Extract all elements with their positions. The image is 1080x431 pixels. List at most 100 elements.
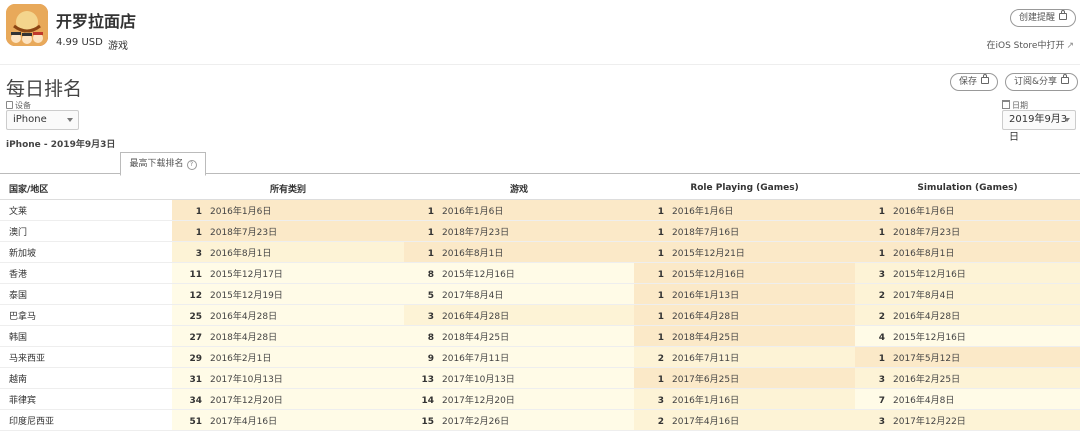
- rank-value: 1: [657, 311, 664, 322]
- tab-top-downloads[interactable]: 最高下载排名?: [120, 152, 206, 176]
- column-header-role-playing[interactable]: Role Playing (Games): [634, 177, 855, 200]
- rank-date: 2017年8月4日: [442, 290, 504, 301]
- table-row: 韩国 27 2018年4月28日 8 2018年4月25日 1 2018年4月25日 4 201…: [0, 325, 1080, 347]
- rank-value: 3: [878, 374, 885, 385]
- rank-date: 2016年1月6日: [672, 206, 734, 217]
- rank-value: 1: [657, 374, 664, 385]
- rank-value: 34: [189, 395, 202, 406]
- rank-date: 2016年7月11日: [442, 353, 510, 364]
- rank-cell: 12 2015年12月19日: [172, 283, 404, 305]
- open-in-store-label: 在iOS Store中打开: [986, 41, 1065, 51]
- rank-value: 15: [421, 416, 434, 427]
- rank-value: 1: [657, 290, 664, 301]
- external-link-icon: ↗: [1066, 41, 1074, 51]
- country-cell[interactable]: 印度尼西亚: [0, 409, 172, 431]
- device-select-value: iPhone: [13, 114, 47, 125]
- app-icon: [6, 4, 48, 46]
- rank-cell: 9 2016年7月11日: [404, 346, 634, 368]
- rank-cell: 1 2018年7月23日: [855, 220, 1080, 242]
- help-icon[interactable]: ?: [186, 160, 197, 170]
- rank-cell: 14 2017年12月20日: [404, 388, 634, 410]
- rank-date: 2017年12月20日: [442, 395, 515, 406]
- open-in-store-link[interactable]: 在iOS Store中打开 ↗: [987, 38, 1075, 51]
- subscribe-share-button[interactable]: 订阅&分享: [1005, 73, 1079, 91]
- rank-cell: 31 2017年10月13日: [172, 367, 404, 389]
- rank-date: 2016年4月28日: [442, 311, 510, 322]
- rank-value: 51: [189, 416, 202, 427]
- rank-value: 2: [878, 311, 885, 322]
- rank-value: 7: [878, 395, 885, 406]
- rank-cell: 2 2017年4月16日: [634, 409, 855, 431]
- country-cell[interactable]: 澳门: [0, 220, 172, 242]
- country-cell[interactable]: 泰国: [0, 283, 172, 305]
- rank-cell: 8 2015年12月16日: [404, 262, 634, 284]
- rank-cell: 1 2016年8月1日: [855, 241, 1080, 263]
- rank-cell: 1 2018年7月23日: [172, 220, 404, 242]
- rank-cell: 34 2017年12月20日: [172, 388, 404, 410]
- lock-icon: [981, 74, 990, 84]
- rank-date: 2016年4月28日: [893, 311, 961, 322]
- rank-cell: 1 2016年4月28日: [634, 304, 855, 326]
- country-cell[interactable]: 新加坡: [0, 241, 172, 263]
- country-cell[interactable]: 巴拿马: [0, 304, 172, 326]
- rank-value: 2: [657, 353, 664, 364]
- rank-value: 1: [878, 227, 885, 238]
- rank-date: 2018年7月16日: [672, 227, 740, 238]
- rank-value: 1: [195, 227, 202, 238]
- rank-cell: 1 2016年1月6日: [404, 199, 634, 221]
- rank-date: 2018年7月23日: [893, 227, 961, 238]
- create-alert-button[interactable]: 创建提醒: [1010, 9, 1077, 27]
- rank-value: 12: [189, 290, 202, 301]
- device-select[interactable]: iPhone: [6, 110, 79, 130]
- country-cell[interactable]: 越南: [0, 367, 172, 389]
- rank-date: 2017年10月13日: [210, 374, 283, 385]
- rank-value: 3: [878, 269, 885, 280]
- rank-date: 2016年8月1日: [893, 248, 955, 259]
- rank-date: 2017年4月16日: [672, 416, 740, 427]
- rank-value: 11: [189, 269, 202, 280]
- rank-cell: 2 2016年7月11日: [634, 346, 855, 368]
- chevron-down-icon: [1064, 118, 1070, 122]
- rank-cell: 2 2017年8月4日: [855, 283, 1080, 305]
- country-cell[interactable]: 马来西亚: [0, 346, 172, 368]
- rank-value: 1: [195, 206, 202, 217]
- app-header: 开罗拉面店 4.99 USD 游戏 创建提醒 在iOS Store中打开 ↗: [0, 0, 1080, 65]
- rank-date: 2017年12月20日: [210, 395, 283, 406]
- save-button[interactable]: 保存: [950, 73, 999, 91]
- table-row: 香港 11 2015年12月17日 8 2015年12月16日 1 2015年12月16日 3…: [0, 262, 1080, 284]
- country-cell[interactable]: 文莱: [0, 199, 172, 221]
- rank-date: 2016年4月28日: [210, 311, 278, 322]
- rank-cell: 3 2016年4月28日: [404, 304, 634, 326]
- country-cell[interactable]: 韩国: [0, 325, 172, 347]
- country-cell[interactable]: 香港: [0, 262, 172, 284]
- rank-cell: 1 2016年1月13日: [634, 283, 855, 305]
- rank-cell: 51 2017年4月16日: [172, 409, 404, 431]
- rank-cell: 7 2016年4月8日: [855, 388, 1080, 410]
- rank-date: 2018年4月25日: [442, 332, 510, 343]
- column-header-games[interactable]: 游戏: [404, 177, 634, 200]
- rank-value: 1: [427, 248, 434, 259]
- table-row: 巴拿马 25 2016年4月28日 3 2016年4月28日 1 2016年4月28日 2 20…: [0, 304, 1080, 326]
- column-header-simulation[interactable]: Simulation (Games): [855, 177, 1080, 200]
- column-header-country[interactable]: 国家/地区: [0, 177, 172, 200]
- country-cell[interactable]: 菲律宾: [0, 388, 172, 410]
- rank-cell: 1 2017年6月25日: [634, 367, 855, 389]
- table-row: 越南 31 2017年10月13日 13 2017年10月13日 1 2017年6月25日 3…: [0, 367, 1080, 389]
- app-title: 开罗拉面店: [56, 12, 137, 31]
- rank-value: 14: [421, 395, 434, 406]
- date-select[interactable]: 2019年9月3日: [1002, 110, 1076, 143]
- tab-top-downloads-label: 最高下载排名: [129, 159, 184, 169]
- column-header-all-categories[interactable]: 所有类别: [172, 177, 404, 200]
- rank-date: 2018年4月25日: [672, 332, 740, 343]
- lock-icon: [1059, 10, 1068, 20]
- rank-date: 2016年1月16日: [672, 395, 740, 406]
- calendar-icon: [1002, 100, 1010, 109]
- rank-date: 2015年12月21日: [672, 248, 745, 259]
- ranking-table: 国家/地区 所有类别 游戏 Role Playing (Games) Simul…: [0, 177, 1080, 431]
- rank-cell: 29 2016年2月1日: [172, 346, 404, 368]
- rank-value: 3: [878, 416, 885, 427]
- rank-value: 3: [657, 395, 664, 406]
- device-icon: [6, 101, 13, 109]
- rank-date: 2017年10月13日: [442, 374, 515, 385]
- rank-value: 3: [195, 248, 202, 259]
